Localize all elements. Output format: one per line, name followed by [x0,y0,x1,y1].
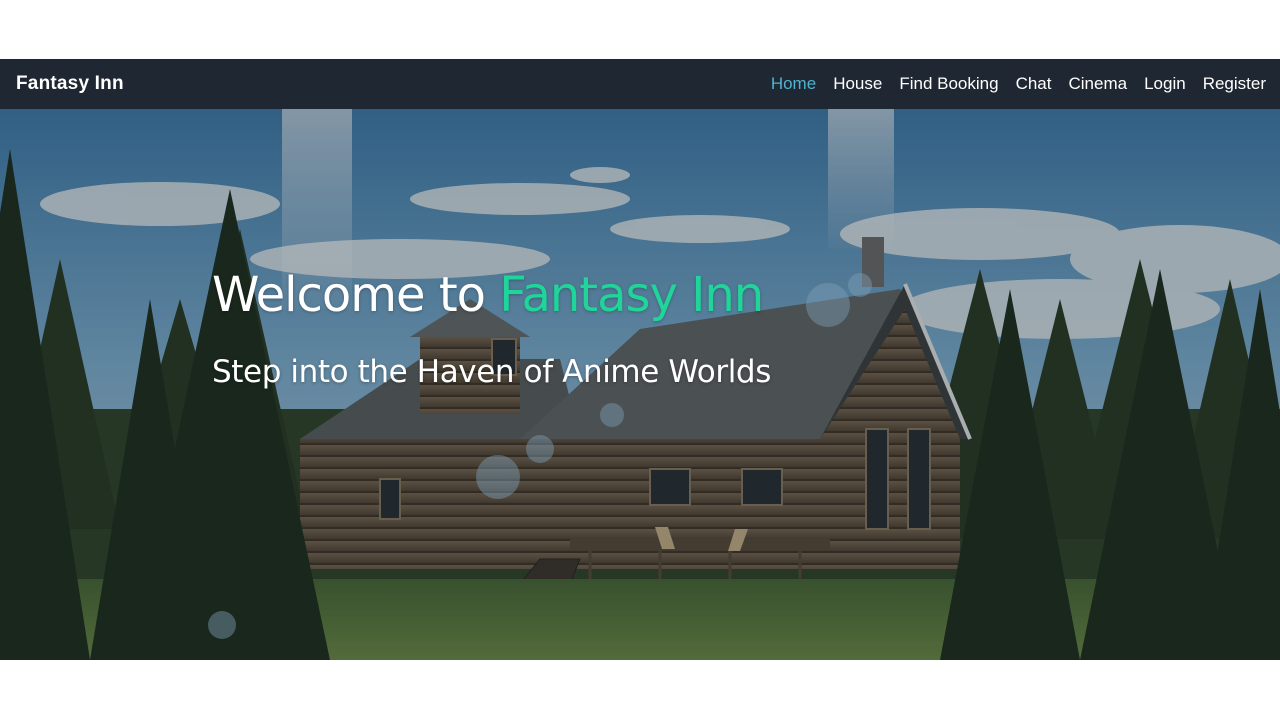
hero-title: Welcome to Fantasy Inn [212,267,764,323]
top-blank-area [0,0,1280,59]
nav-link-find-booking[interactable]: Find Booking [899,74,998,94]
bottom-blank-area [0,660,1280,720]
nav-link-chat[interactable]: Chat [1016,74,1052,94]
hero-section: Welcome to Fantasy Inn Step into the Hav… [0,109,1280,660]
brand-logo[interactable]: Fantasy Inn [16,73,124,95]
nav-link-login[interactable]: Login [1144,74,1186,94]
hero-title-accent: Fantasy Inn [499,267,764,323]
nav-link-home[interactable]: Home [771,74,816,94]
nav-link-register[interactable]: Register [1203,74,1266,94]
nav-links: Home House Find Booking Chat Cinema Logi… [771,74,1266,94]
nav-link-cinema[interactable]: Cinema [1068,74,1127,94]
hero-subtitle: Step into the Haven of Anime Worlds [212,354,771,390]
nav-link-house[interactable]: House [833,74,882,94]
navbar: Fantasy Inn Home House Find Booking Chat… [0,59,1280,109]
hero-title-prefix: Welcome to [212,267,500,323]
